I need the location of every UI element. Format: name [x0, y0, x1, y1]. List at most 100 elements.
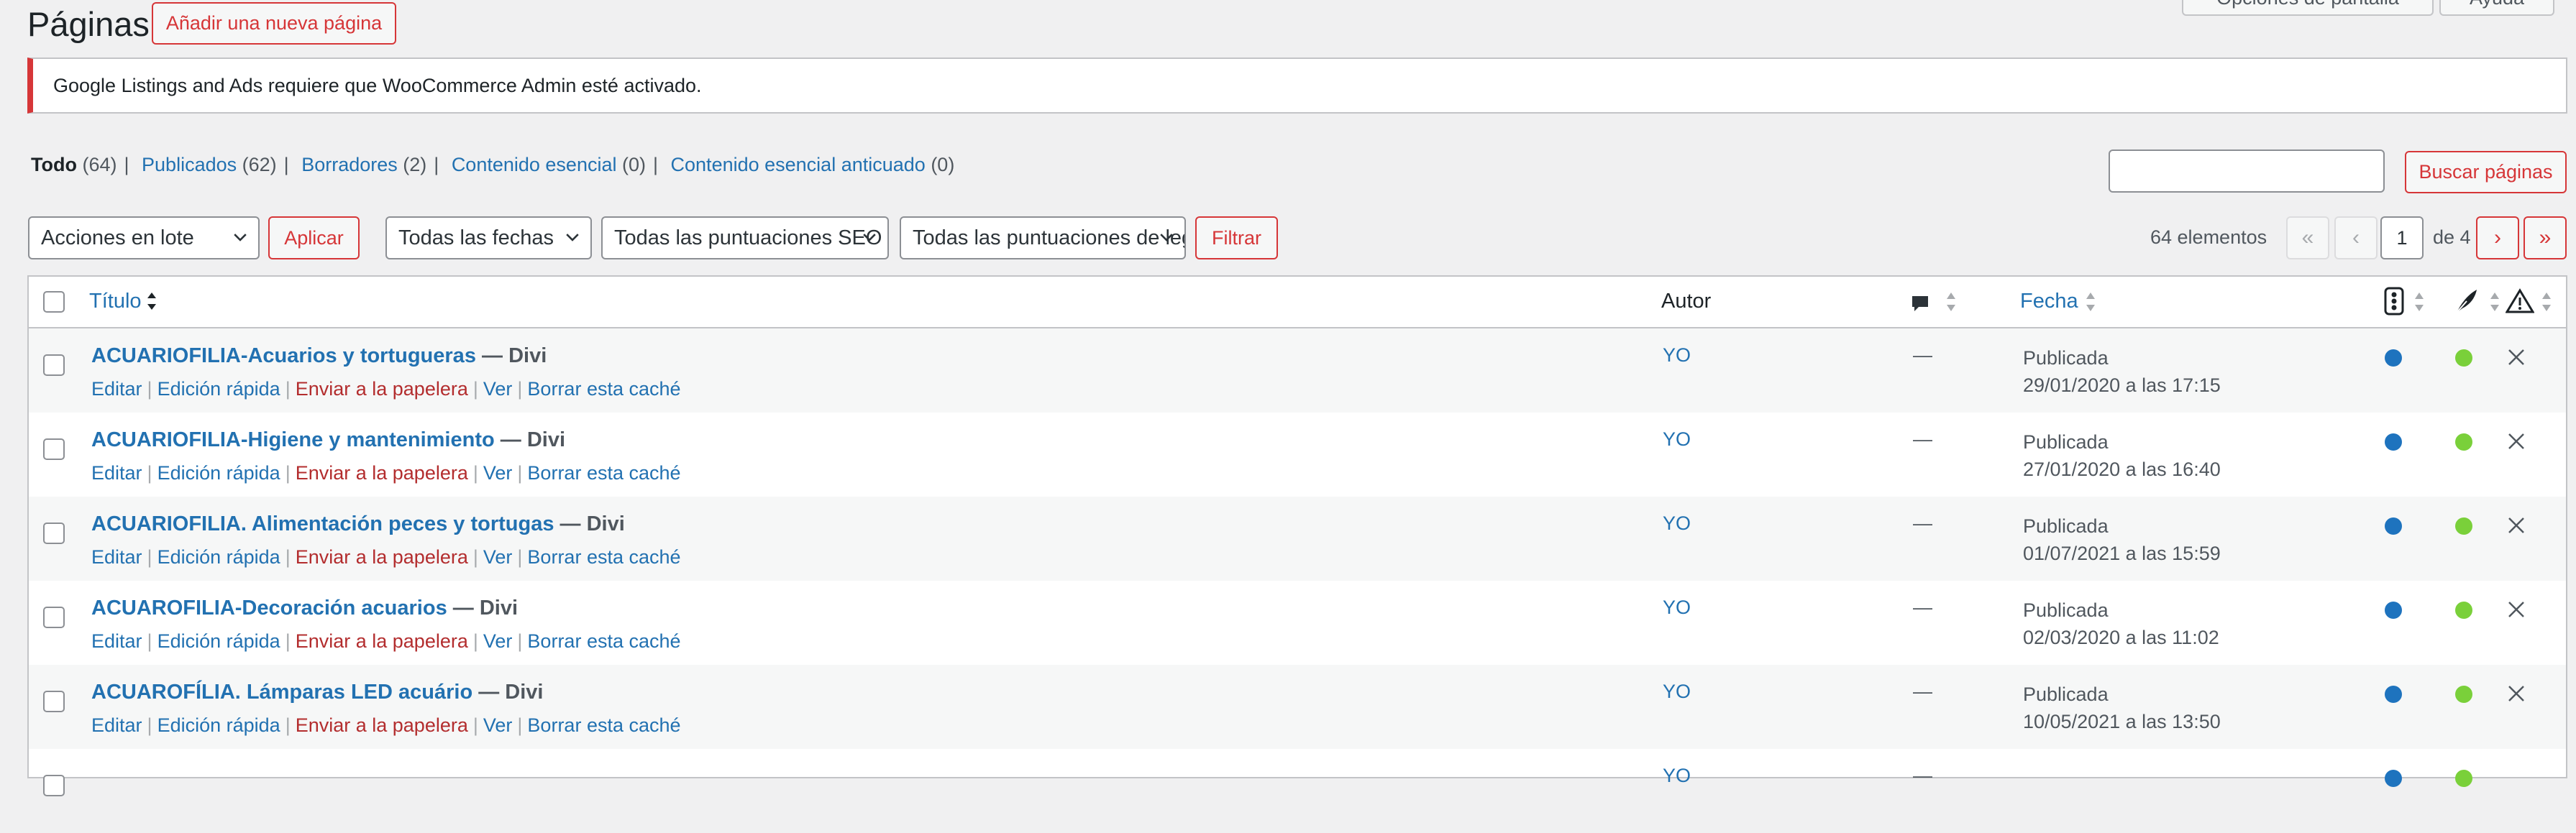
prev-page-button: ‹	[2334, 216, 2378, 259]
post-state: — Divi	[472, 681, 544, 704]
post-status: Publicada	[2023, 515, 2109, 537]
view-stale-cornerstone-link[interactable]: Contenido esencial anticuado	[671, 154, 926, 175]
view-link[interactable]: Ver	[483, 378, 513, 400]
seo-score-filter-select[interactable]: Todas las puntuaciones SEO	[601, 216, 889, 259]
table-header: Título Autor Fecha	[29, 277, 2566, 328]
view-link[interactable]: Ver	[483, 714, 513, 736]
search-pages-button[interactable]: Buscar páginas	[2405, 151, 2567, 193]
row-checkbox[interactable]	[43, 354, 65, 376]
dates-filter-select[interactable]: Todas las fechas	[385, 216, 592, 259]
edit-link[interactable]: Editar	[91, 462, 142, 484]
filter-button[interactable]: Filtrar	[1195, 216, 1278, 259]
row-checkbox[interactable]	[43, 438, 65, 460]
sort-icon[interactable]	[2086, 292, 2096, 312]
post-state: — Divi	[475, 344, 547, 367]
view-cornerstone-link[interactable]: Contenido esencial	[452, 154, 617, 175]
view-drafts-count: (2)	[403, 154, 427, 175]
author-link[interactable]: YO	[1663, 597, 1691, 619]
seo-score-dot	[2385, 517, 2402, 535]
clear-cache-link[interactable]: Borrar esta caché	[527, 462, 680, 484]
post-state: — Divi	[554, 512, 625, 535]
view-drafts-link[interactable]: Borradores	[301, 154, 398, 175]
page-title-link[interactable]: ACUAROFILIA-Decoración acuarios	[91, 597, 447, 620]
sort-icon[interactable]	[2414, 292, 2424, 312]
add-new-page-button[interactable]: Añadir una nueva página	[152, 2, 396, 45]
view-published-link[interactable]: Publicados	[142, 154, 237, 175]
comments-count: —	[1913, 765, 1932, 786]
bulk-actions-value: Acciones en lote	[41, 226, 194, 249]
quick-edit-link[interactable]: Edición rápida	[157, 546, 280, 568]
readability-filter-select[interactable]: Todas las puntuaciones de legibilidad	[900, 216, 1186, 259]
readability-feather-icon[interactable]	[2454, 288, 2478, 314]
screen-options-button[interactable]: Opciones de pantalla	[2182, 0, 2434, 16]
author-link[interactable]: YO	[1663, 428, 1691, 451]
edit-link[interactable]: Editar	[91, 546, 142, 568]
next-page-button[interactable]: ›	[2476, 216, 2519, 259]
quick-edit-link[interactable]: Edición rápida	[157, 630, 280, 652]
quick-edit-link[interactable]: Edición rápida	[157, 378, 280, 400]
last-page-button[interactable]: »	[2524, 216, 2567, 259]
page-title-link[interactable]: ACUAROFÍLIA. Lámparas LED acuário	[91, 681, 472, 704]
sort-icon[interactable]	[1946, 292, 1956, 312]
row-checkbox[interactable]	[43, 775, 65, 796]
column-title-sort[interactable]: Título	[89, 290, 142, 313]
post-date: 02/03/2020 a las 11:02	[2023, 627, 2219, 648]
apply-button[interactable]: Aplicar	[268, 216, 360, 259]
current-page-input[interactable]: 1	[2380, 216, 2424, 259]
row-checkbox[interactable]	[43, 523, 65, 544]
author-link[interactable]: YO	[1663, 681, 1691, 703]
quick-edit-link[interactable]: Edición rápida	[157, 462, 280, 484]
close-icon	[2508, 517, 2524, 533]
post-status: Publicada	[2023, 347, 2109, 369]
view-cornerstone-count: (0)	[622, 154, 646, 175]
column-date-sort[interactable]: Fecha	[2020, 290, 2078, 313]
view-link[interactable]: Ver	[483, 546, 513, 568]
table-row: YO —	[29, 749, 2566, 833]
items-count: 64 elementos	[2150, 226, 2267, 248]
edit-link[interactable]: Editar	[91, 630, 142, 652]
view-link[interactable]: Ver	[483, 462, 513, 484]
view-link[interactable]: Ver	[483, 630, 513, 652]
clear-cache-link[interactable]: Borrar esta caché	[527, 378, 680, 400]
trash-link[interactable]: Enviar a la papelera	[296, 714, 468, 736]
row-checkbox[interactable]	[43, 691, 65, 712]
row-actions: Editar | Edición rápida | Enviar a la papele…	[91, 546, 681, 568]
clear-cache-link[interactable]: Borrar esta caché	[527, 630, 680, 652]
seo-score-dot	[2385, 602, 2402, 619]
clear-cache-link[interactable]: Borrar esta caché	[527, 546, 680, 568]
trash-link[interactable]: Enviar a la papelera	[296, 630, 468, 652]
clear-cache-link[interactable]: Borrar esta caché	[527, 714, 680, 736]
page-title-link[interactable]: ACUARIOFILIA-Higiene y mantenimiento	[91, 428, 495, 451]
post-date: 10/05/2021 a las 13:50	[2023, 711, 2221, 732]
trash-link[interactable]: Enviar a la papelera	[296, 546, 468, 568]
author-link[interactable]: YO	[1663, 765, 1691, 787]
author-link[interactable]: YO	[1663, 344, 1691, 367]
trash-link[interactable]: Enviar a la papelera	[296, 378, 468, 400]
edit-link[interactable]: Editar	[91, 378, 142, 400]
help-button[interactable]: Ayuda	[2439, 0, 2554, 16]
bulk-actions-select[interactable]: Acciones en lote	[28, 216, 260, 259]
quick-edit-link[interactable]: Edición rápida	[157, 714, 280, 736]
sort-icon[interactable]	[2490, 292, 2500, 312]
author-link[interactable]: YO	[1663, 512, 1691, 535]
status-views: Todo (64) | Publicados (62) | Borradores (…	[31, 154, 955, 175]
page-title-link[interactable]: ACUARIOFILIA-Acuarios y tortugueras	[91, 344, 476, 367]
comments-icon[interactable]	[1910, 294, 1930, 314]
sort-icon[interactable]	[2541, 292, 2552, 312]
row-actions: Editar | Edición rápida | Enviar a la papele…	[91, 630, 681, 652]
search-input[interactable]	[2109, 149, 2385, 193]
pages-table: Título Autor Fecha ACUARIOFILIA-Acuarios…	[27, 275, 2567, 796]
readability-score-dot	[2455, 770, 2472, 787]
post-status: Publicada	[2023, 684, 2109, 705]
warning-triangle-icon[interactable]	[2506, 288, 2534, 314]
select-all-checkbox[interactable]	[43, 291, 65, 313]
seo-score-icon[interactable]	[2384, 287, 2404, 316]
row-checkbox[interactable]	[43, 607, 65, 628]
trash-link[interactable]: Enviar a la papelera	[296, 462, 468, 484]
post-state: — Divi	[447, 597, 519, 620]
edit-link[interactable]: Editar	[91, 714, 142, 736]
page-title-link[interactable]: ACUARIOFILIA. Alimentación peces y tortu…	[91, 512, 554, 535]
view-all-label[interactable]: Todo	[31, 154, 77, 175]
close-icon	[2508, 686, 2524, 701]
post-date: 29/01/2020 a las 17:15	[2023, 374, 2221, 396]
